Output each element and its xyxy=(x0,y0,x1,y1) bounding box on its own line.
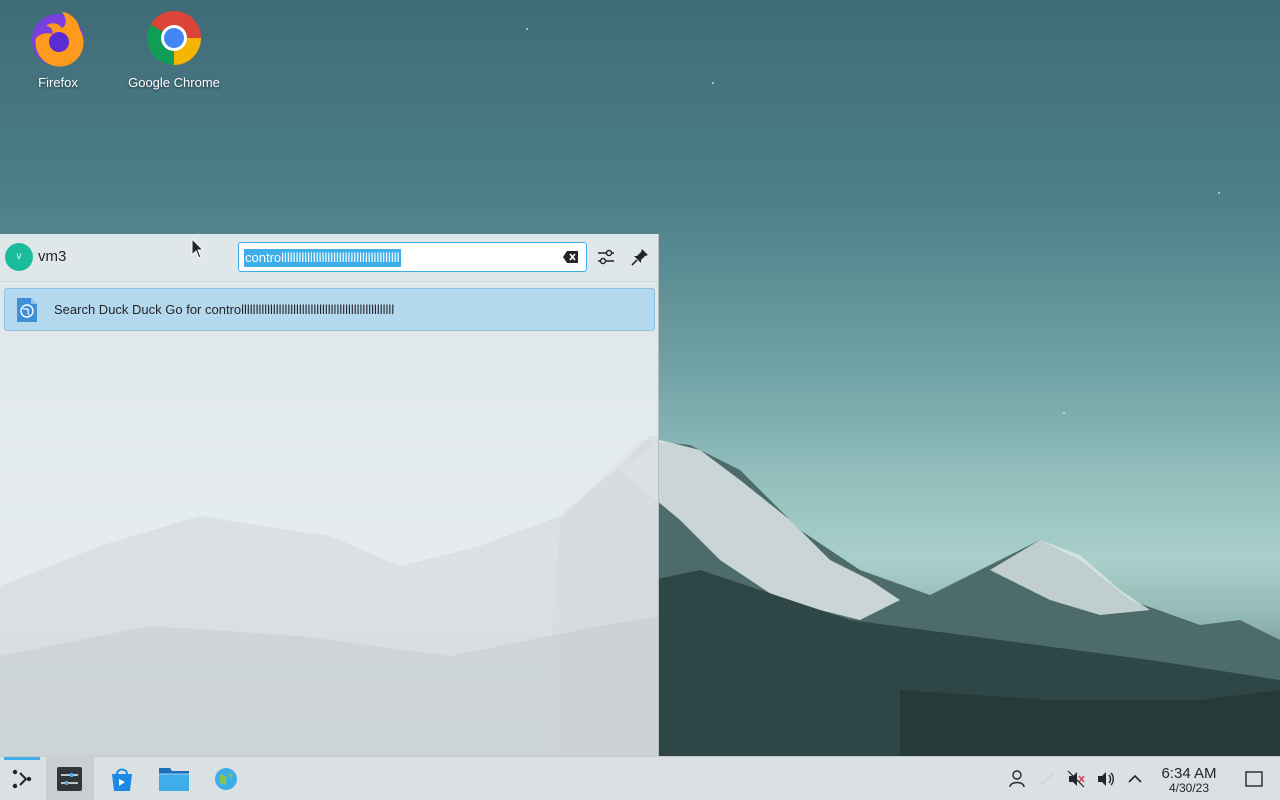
settings-sliders-icon[interactable] xyxy=(595,246,617,268)
taskbar-discover[interactable] xyxy=(98,757,146,800)
show-desktop-icon[interactable] xyxy=(1244,769,1264,789)
application-launcher: v vm3 controllllllllllllllllllllllllllll… xyxy=(0,234,659,756)
launcher-menu-icon xyxy=(12,769,32,789)
desktop-icon-label: Google Chrome xyxy=(128,75,220,90)
web-search-icon xyxy=(17,298,37,322)
chrome-icon xyxy=(146,11,201,66)
taskbar-file-manager[interactable] xyxy=(150,757,198,800)
taskbar: 6:34 AM 4/30/23 xyxy=(0,756,1280,800)
search-input[interactable]: controllllllllllllllllllllllllllllllllll… xyxy=(238,242,587,272)
active-indicator xyxy=(4,757,40,760)
network-icon[interactable] xyxy=(1037,769,1057,789)
mouse-cursor-icon xyxy=(191,238,205,259)
search-input-value: controllllllllllllllllllllllllllllllllll… xyxy=(244,249,401,267)
system-settings-icon xyxy=(57,767,82,791)
discover-store-icon xyxy=(112,768,132,791)
desktop-icon-chrome[interactable]: Google Chrome xyxy=(119,8,229,90)
volume-icon[interactable] xyxy=(1096,769,1116,789)
search-result-item[interactable]: Search Duck Duck Go for controllllllllll… xyxy=(4,288,655,331)
application-launcher-button[interactable] xyxy=(0,757,48,800)
clock-time[interactable]: 6:34 AM xyxy=(1150,765,1228,782)
firefox-icon xyxy=(32,12,84,67)
folder-icon xyxy=(159,768,189,791)
launcher-background xyxy=(0,436,658,756)
taskbar-system-settings[interactable] xyxy=(46,757,94,800)
star xyxy=(1218,192,1220,194)
pin-icon[interactable] xyxy=(629,246,651,268)
globe-icon xyxy=(215,768,237,790)
username: vm3 xyxy=(38,248,67,265)
avatar[interactable]: v xyxy=(5,243,33,271)
clock-date[interactable]: 4/30/23 xyxy=(1150,781,1228,795)
user-icon[interactable] xyxy=(1007,769,1027,789)
star xyxy=(712,82,714,84)
desktop-icon-firefox[interactable]: Firefox xyxy=(3,8,113,90)
launcher-header: v vm3 controllllllllllllllllllllllllllll… xyxy=(0,234,658,282)
search-result-label: Search Duck Duck Go for controllllllllll… xyxy=(54,302,395,317)
star xyxy=(526,28,528,30)
desktop-icon-label: Firefox xyxy=(38,75,78,90)
muted-speaker-icon[interactable] xyxy=(1066,769,1086,789)
clear-search-icon[interactable] xyxy=(562,249,580,265)
taskbar-web-browser[interactable] xyxy=(202,757,250,800)
chevron-up-icon[interactable] xyxy=(1125,769,1145,789)
star xyxy=(1063,412,1065,414)
